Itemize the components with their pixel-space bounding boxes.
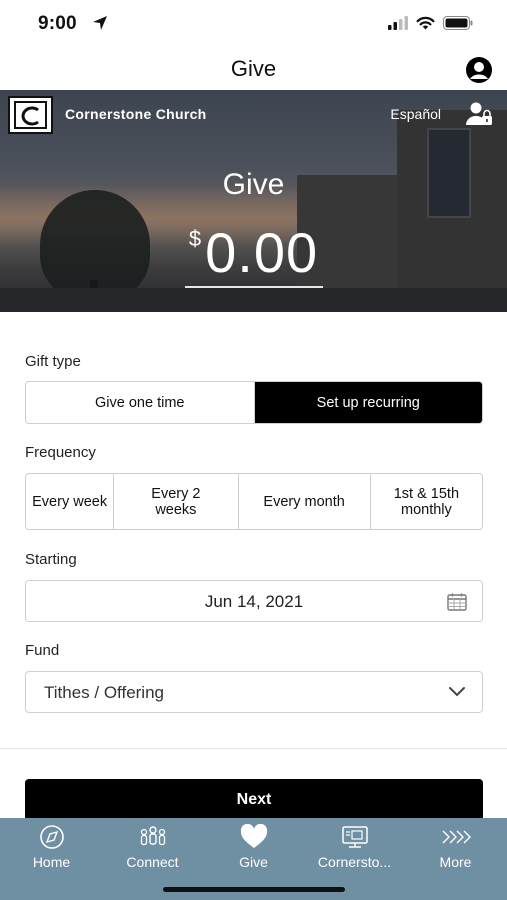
home-indicator bbox=[163, 887, 345, 892]
frequency-label: Frequency bbox=[25, 444, 96, 461]
status-time: 9:00 bbox=[38, 13, 77, 34]
divider bbox=[0, 748, 507, 749]
language-link[interactable]: Español bbox=[390, 106, 441, 122]
frequency-every-2-weeks[interactable]: Every 2 weeks bbox=[113, 474, 237, 529]
gift-type-label: Gift type bbox=[25, 353, 81, 370]
battery-icon bbox=[443, 16, 473, 30]
frequency-every-week[interactable]: Every week bbox=[26, 474, 113, 529]
tab-label: Connect bbox=[126, 854, 179, 870]
account-lock-icon[interactable] bbox=[465, 101, 493, 127]
fund-select[interactable]: Tithes / Offering bbox=[25, 671, 483, 713]
amount-value[interactable]: 0.00 bbox=[205, 221, 318, 284]
tab-connect[interactable]: Connect bbox=[102, 824, 203, 870]
calendar-icon bbox=[447, 593, 467, 611]
location-arrow-icon bbox=[93, 16, 107, 30]
screen-icon bbox=[341, 826, 368, 848]
give-hero: Cornerstone Church Español Give $0.00 bbox=[0, 90, 507, 312]
tab-label: Cornersto... bbox=[317, 854, 392, 870]
tab-give[interactable]: Give bbox=[203, 824, 304, 870]
tab-label: Home bbox=[32, 854, 71, 870]
tab-label: More bbox=[439, 854, 472, 870]
chevrons-icon bbox=[442, 830, 471, 844]
profile-icon[interactable] bbox=[465, 56, 493, 84]
tab-cornerstone[interactable]: Cornersto... bbox=[304, 824, 405, 870]
start-date-field[interactable]: Jun 14, 2021 bbox=[25, 580, 483, 622]
heart-icon bbox=[240, 824, 267, 848]
status-bar: 9:00 bbox=[0, 0, 507, 48]
tab-home[interactable]: Home bbox=[1, 824, 102, 870]
wifi-icon bbox=[416, 16, 435, 30]
page-title: Give bbox=[230, 56, 277, 81]
tab-label: Give bbox=[239, 854, 268, 870]
status-icons bbox=[388, 16, 473, 30]
set-up-recurring-option[interactable]: Set up recurring bbox=[253, 382, 482, 423]
frequency-every-month[interactable]: Every month bbox=[237, 474, 370, 529]
frequency-selector: Every week Every 2 weeks Every month 1st… bbox=[25, 473, 483, 530]
signal-icon bbox=[388, 16, 408, 30]
frequency-1st-15th-monthly[interactable]: 1st & 15th monthly bbox=[369, 474, 482, 529]
start-date-value: Jun 14, 2021 bbox=[204, 592, 304, 611]
people-icon bbox=[140, 826, 165, 846]
church-logo bbox=[8, 96, 53, 134]
give-one-time-option[interactable]: Give one time bbox=[26, 382, 254, 423]
amount-underline bbox=[185, 286, 323, 288]
nav-bar: Give bbox=[0, 48, 507, 90]
tab-more[interactable]: More bbox=[405, 824, 506, 870]
gift-type-selector: Give one time Set up recurring bbox=[25, 381, 483, 424]
chevron-down-icon bbox=[449, 687, 465, 697]
hero-title: Give bbox=[222, 168, 285, 201]
starting-label: Starting bbox=[25, 551, 77, 568]
church-name: Cornerstone Church bbox=[65, 106, 207, 122]
next-button[interactable]: Next bbox=[25, 779, 483, 821]
currency-symbol: $ bbox=[188, 226, 202, 251]
fund-value: Tithes / Offering bbox=[44, 683, 164, 702]
fund-label: Fund bbox=[25, 642, 60, 659]
compass-icon bbox=[39, 825, 64, 849]
amount-input[interactable]: $0.00 bbox=[0, 220, 507, 285]
